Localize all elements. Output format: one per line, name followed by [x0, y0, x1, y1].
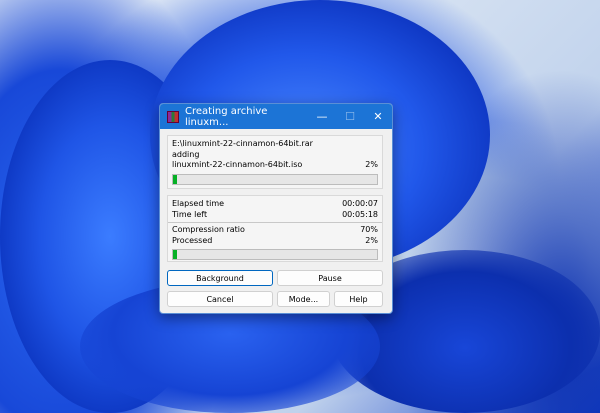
total-progress-fill: [173, 250, 178, 259]
ratio-label: Compression ratio: [172, 225, 245, 234]
file-progress-bar: [172, 173, 378, 185]
processed-label: Processed: [172, 235, 213, 245]
mode-button[interactable]: Mode...: [277, 291, 330, 307]
minimize-button[interactable]: —: [308, 110, 336, 123]
elapsed-label: Elapsed time: [172, 199, 225, 208]
archive-progress-dialog: Creating archive linuxm... — ☐ ✕ E:\linu…: [159, 103, 393, 314]
archive-path: E:\linuxmint-22-cinnamon-64bit.rar: [172, 139, 313, 148]
help-button[interactable]: Help: [334, 291, 383, 307]
time-left-label: Time left: [172, 209, 208, 219]
cancel-button[interactable]: Cancel: [167, 291, 273, 307]
close-button[interactable]: ✕: [364, 110, 392, 123]
divider: [168, 222, 382, 223]
file-percent: 2%: [365, 160, 378, 169]
file-progress-fill: [173, 174, 178, 184]
winrar-icon: [167, 110, 179, 123]
processed-value: 2%: [365, 235, 378, 245]
title-bar[interactable]: Creating archive linuxm... — ☐ ✕: [160, 104, 392, 129]
time-left-value: 00:05:18: [342, 209, 378, 219]
maximize-button[interactable]: ☐: [336, 110, 364, 123]
ratio-value: 70%: [360, 225, 378, 234]
stats-group: Elapsed time 00:00:07 Time left 00:05:18 C…: [167, 195, 383, 262]
background-button[interactable]: Background: [167, 270, 273, 286]
total-progress-bar: [172, 249, 378, 260]
elapsed-value: 00:00:07: [342, 199, 378, 208]
window-title: Creating archive linuxm...: [185, 105, 268, 128]
file-group: E:\linuxmint-22-cinnamon-64bit.rar addin…: [167, 135, 383, 189]
pause-button[interactable]: Pause: [277, 270, 383, 286]
current-file: linuxmint-22-cinnamon-64bit.iso: [172, 160, 303, 169]
action-label: adding: [172, 149, 200, 159]
